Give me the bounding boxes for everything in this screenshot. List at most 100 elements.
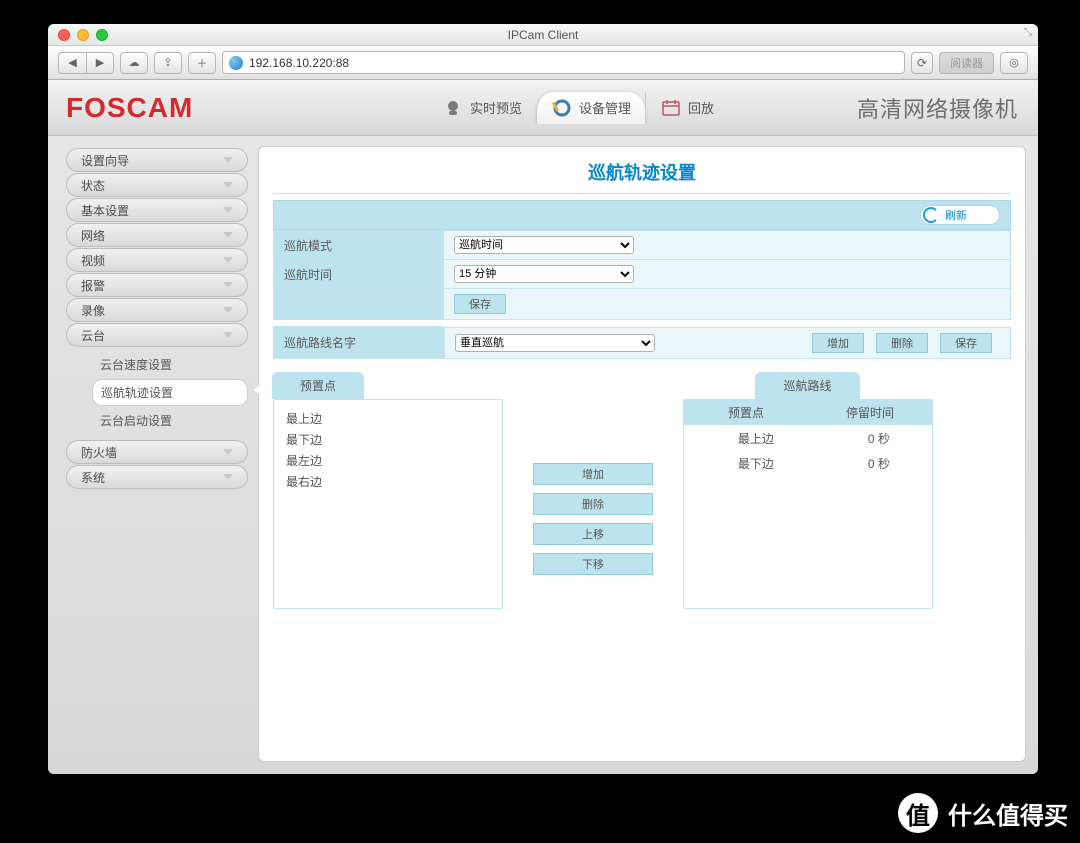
route-cell-preset: 最上边 [686,427,826,450]
watermark: 值 什么值得买 [898,793,1068,833]
mode-select[interactable]: 巡航时间 [454,236,634,254]
sidebar-item-system[interactable]: 系统 [66,465,248,489]
route-cell-stay: 0 秒 [828,427,930,450]
add-button[interactable]: ＋ [188,52,216,74]
sidebar-item-ptz[interactable]: 云台 [66,323,248,347]
time-label: 巡航时间 [274,260,444,289]
sidebar-item-firewall[interactable]: 防火墙 [66,440,248,464]
route-select[interactable]: 垂直巡航 [455,334,655,352]
reload-button[interactable]: ⟳ [911,52,933,74]
route-columns: 预置点 停留时间 [684,400,932,425]
chevron-down-icon [223,157,233,163]
app-header: FOSCAM 实时预览 设备管理 回放 高清网络摄像机 [48,80,1038,136]
route-form: 巡航路线名字 垂直巡航 增加 删除 保存 [273,326,1011,359]
gear-icon [551,98,573,118]
icloud-button[interactable]: ☁ [120,52,148,74]
refresh-button[interactable]: 刷新 [920,205,1000,225]
tab-playback[interactable]: 回放 [645,92,728,124]
tab-preview[interactable]: 实时预览 [428,92,536,124]
url-field[interactable]: 192.168.10.220:88 [222,51,905,74]
col-preset: 预置点 [684,400,808,425]
settings-button[interactable]: ◎ [1000,52,1028,74]
sidebar-label: 网络 [81,227,105,244]
route-row[interactable]: 最下边0 秒 [686,452,930,475]
time-select[interactable]: 15 分钟 [454,265,634,283]
tab-preview-label: 实时预览 [470,98,522,117]
chevron-down-icon [223,182,233,188]
back-button[interactable]: ◀ [58,52,86,74]
sub-item-speed[interactable]: 云台速度设置 [92,352,248,377]
preset-item[interactable]: 最右边 [286,471,490,492]
route-panel-wrap: 巡航路线 预置点 停留时间 最上边0 秒 最下边0 秒 [683,373,933,609]
share-button[interactable]: ⇪ [154,52,182,74]
route-save-button[interactable]: 保存 [940,333,992,353]
sidebar-label: 报警 [81,277,105,294]
chevron-down-icon [223,232,233,238]
sidebar-label: 设置向导 [81,152,129,169]
mode-label: 巡航模式 [274,231,444,260]
nav-tabs: 实时预览 设备管理 回放 [428,92,728,124]
sidebar-label: 视频 [81,252,105,269]
delete-preset-button[interactable]: 删除 [533,493,653,515]
save-button[interactable]: 保存 [454,294,506,314]
titlebar: IPCam Client ⤡ [48,24,1038,46]
sidebar-item-alarm[interactable]: 报警 [66,273,248,297]
sidebar-label: 基本设置 [81,202,129,219]
chevron-down-icon [223,307,233,313]
tab-manage-label: 设备管理 [579,98,631,117]
refresh-label: 刷新 [945,207,967,223]
route-add-button[interactable]: 增加 [812,333,864,353]
logo: FOSCAM [66,92,193,124]
preset-item[interactable]: 最左边 [286,450,490,471]
window-title: IPCam Client [48,28,1038,42]
sidebar-item-basic[interactable]: 基本设置 [66,198,248,222]
chevron-down-icon [223,332,233,338]
move-down-button[interactable]: 下移 [533,553,653,575]
preset-item[interactable]: 最下边 [286,429,490,450]
nav-buttons: ◀ ▶ [58,52,114,74]
camera-icon [442,98,464,118]
route-row[interactable]: 最上边0 秒 [686,427,930,450]
sidebar-label: 状态 [81,177,105,194]
sub-item-cruise[interactable]: 巡航轨迹设置 [92,379,248,406]
tab-playback-label: 回放 [688,98,714,117]
route-table: 最上边0 秒 最下边0 秒 [684,425,932,477]
sidebar-item-status[interactable]: 状态 [66,173,248,197]
sidebar-label: 录像 [81,302,105,319]
resize-icon: ⤡ [1024,27,1032,38]
watermark-text: 什么值得买 [948,796,1068,831]
sidebar-label: 防火墙 [81,444,117,461]
page-title: 巡航轨迹设置 [273,159,1011,194]
preset-item[interactable]: 最上边 [286,408,490,429]
preset-list[interactable]: 最上边 最下边 最左边 最右边 [274,400,502,500]
route-label: 巡航路线名字 [274,327,444,359]
move-up-button[interactable]: 上移 [533,523,653,545]
preset-panel-title: 预置点 [272,372,364,399]
url-text: 192.168.10.220:88 [249,56,349,70]
sub-item-startup[interactable]: 云台启动设置 [92,408,248,433]
chevron-down-icon [223,257,233,263]
save-row-label [274,289,444,320]
sidebar-item-wizard[interactable]: 设置向导 [66,148,248,172]
sidebar-item-network[interactable]: 网络 [66,223,248,247]
app-body: 设置向导 状态 基本设置 网络 视频 报警 录像 云台 云台速度设置 巡航轨迹设… [48,136,1038,774]
add-preset-button[interactable]: 增加 [533,463,653,485]
forward-button[interactable]: ▶ [86,52,114,74]
watermark-badge: 值 [898,793,938,833]
chevron-down-icon [223,207,233,213]
route-delete-button[interactable]: 删除 [876,333,928,353]
tab-manage[interactable]: 设备管理 [536,92,645,124]
ptz-sub-items: 云台速度设置 巡航轨迹设置 云台启动设置 [66,348,248,439]
reader-button[interactable]: 阅读器 [939,52,994,74]
sidebar-item-record[interactable]: 录像 [66,298,248,322]
cruise-form: 巡航模式 巡航时间 巡航时间 15 分钟 保存 [273,230,1011,320]
refresh-bar: 刷新 [273,200,1011,230]
preset-panel: 最上边 最下边 最左边 最右边 [273,399,503,609]
route-panel-title: 巡航路线 [755,372,859,399]
content-panel: 巡航轨迹设置 刷新 巡航模式 巡航时间 巡航时间 15 分钟 保 [258,146,1026,762]
calendar-icon [660,98,682,118]
product-name: 高清网络摄像机 [857,92,1018,124]
sidebar-item-video[interactable]: 视频 [66,248,248,272]
sidebar: 设置向导 状态 基本设置 网络 视频 报警 录像 云台 云台速度设置 巡航轨迹设… [48,136,258,774]
transfer-buttons: 增加 删除 上移 下移 [533,463,653,575]
